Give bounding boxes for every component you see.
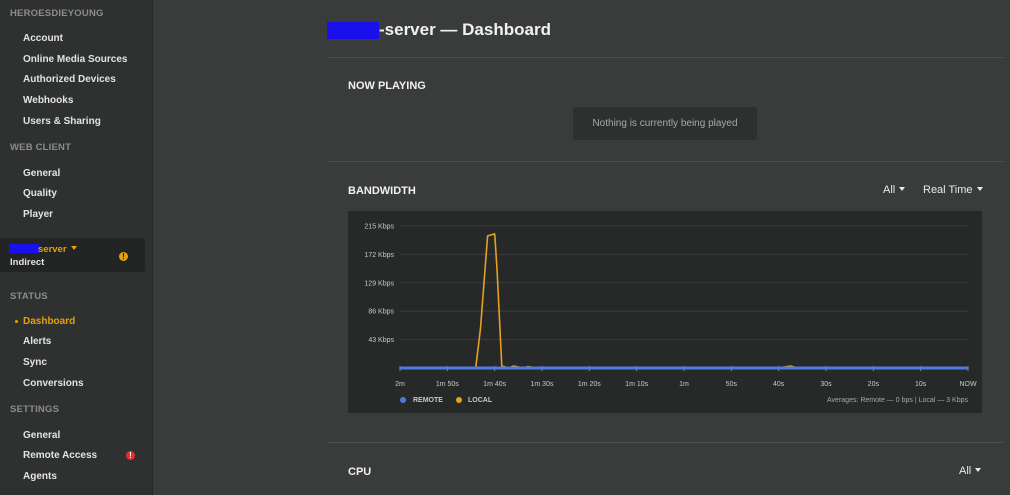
cpu-filter-value: All (959, 465, 972, 477)
sidebar: HEROESDIEYOUNG Account Online Media Sour… (0, 0, 153, 495)
x-tick-label: 2m (395, 381, 405, 388)
settings-section-header: SETTINGS (10, 404, 60, 415)
redaction-mark (9, 244, 39, 253)
y-tick-label: 172 Kbps (364, 252, 394, 259)
error-badge-icon: ! (126, 451, 135, 460)
local-legend-icon (456, 397, 462, 403)
x-tick-label: 1m (679, 381, 689, 388)
account-section-header: HEROESDIEYOUNG (10, 8, 104, 19)
chevron-down-icon (976, 187, 983, 191)
sidebar-item-sync[interactable]: Sync (23, 357, 47, 368)
legend-remote: REMOTE (413, 397, 443, 404)
timeframe-dropdown[interactable]: Real Time (923, 184, 983, 196)
y-tick-label: 129 Kbps (364, 280, 394, 287)
x-tick-label: 20s (868, 381, 880, 388)
x-tick-label: 50s (726, 381, 738, 388)
cpu-header: CPU (348, 466, 372, 478)
server-connection-status: Indirect (10, 257, 45, 268)
x-tick-label: 30s (820, 381, 832, 388)
sidebar-item-quality[interactable]: Quality (23, 188, 57, 199)
redaction-mark (327, 22, 379, 39)
sidebar-item-alerts[interactable]: Alerts (23, 336, 51, 347)
sidebar-item-webhooks[interactable]: Webhooks (23, 95, 73, 106)
warning-circle-icon[interactable]: ! (119, 252, 128, 261)
sidebar-item-settings-general[interactable]: General (23, 430, 60, 441)
sidebar-item-dashboard[interactable]: Dashboard (23, 316, 75, 327)
x-tick-label: 1m 30s (531, 381, 554, 388)
chevron-down-icon (975, 468, 982, 472)
sidebar-item-authorized-devices[interactable]: Authorized Devices (23, 74, 116, 85)
divider (327, 442, 1003, 443)
legend-local: LOCAL (468, 397, 493, 404)
bandwidth-header: BANDWIDTH (348, 185, 416, 197)
bandwidth-filter-value: All (883, 184, 896, 196)
sidebar-item-conversions[interactable]: Conversions (23, 378, 84, 389)
sidebar-item-web-general[interactable]: General (23, 168, 60, 179)
bandwidth-averages: Averages: Remote — 0 bps | Local — 3 Kbp… (827, 397, 968, 404)
server-name[interactable]: server (38, 244, 67, 255)
chevron-down-icon[interactable] (71, 246, 77, 250)
cpu-filter-dropdown[interactable]: All (959, 465, 982, 477)
sidebar-item-remote-access[interactable]: Remote Access (23, 450, 97, 461)
bandwidth-chart-svg: 215 Kbps 172 Kbps 129 Kbps 86 Kbps 43 Kbps 2m… (364, 224, 977, 389)
sidebar-item-account[interactable]: Account (23, 33, 63, 44)
sidebar-item-users-sharing[interactable]: Users & Sharing (23, 116, 101, 127)
x-tick-label: 40s (773, 381, 785, 388)
web-client-section-header: WEB CLIENT (10, 142, 72, 153)
now-playing-header: NOW PLAYING (348, 80, 426, 92)
sidebar-item-online-media-sources[interactable]: Online Media Sources (23, 54, 127, 65)
y-tick-label: 215 Kbps (364, 224, 394, 231)
x-tick-label: 1m 10s (625, 381, 648, 388)
x-tick-label: NOW (959, 381, 977, 388)
status-section-header: STATUS (10, 291, 48, 302)
divider (327, 161, 1003, 162)
divider (327, 57, 1003, 58)
y-tick-label: 43 Kbps (368, 337, 394, 344)
x-tick-label: 1m 40s (483, 381, 506, 388)
x-tick-label: 1m 50s (436, 381, 459, 388)
page-title: -server — Dashboard (379, 20, 551, 39)
bandwidth-chart: 215 Kbps 172 Kbps 129 Kbps 86 Kbps 43 Kbps 2m… (348, 211, 982, 413)
timeframe-value: Real Time (923, 184, 973, 196)
y-tick-label: 86 Kbps (368, 309, 394, 316)
x-tick-label: 10s (915, 381, 927, 388)
sidebar-item-agents[interactable]: Agents (23, 471, 57, 482)
chevron-down-icon (899, 187, 906, 191)
now-playing-empty-message: Nothing is currently being played (573, 107, 757, 140)
active-indicator-icon (15, 320, 18, 323)
bandwidth-filter-dropdown[interactable]: All (883, 184, 906, 196)
sidebar-item-player[interactable]: Player (23, 209, 53, 220)
remote-legend-icon (400, 397, 406, 403)
x-tick-label: 1m 20s (578, 381, 601, 388)
